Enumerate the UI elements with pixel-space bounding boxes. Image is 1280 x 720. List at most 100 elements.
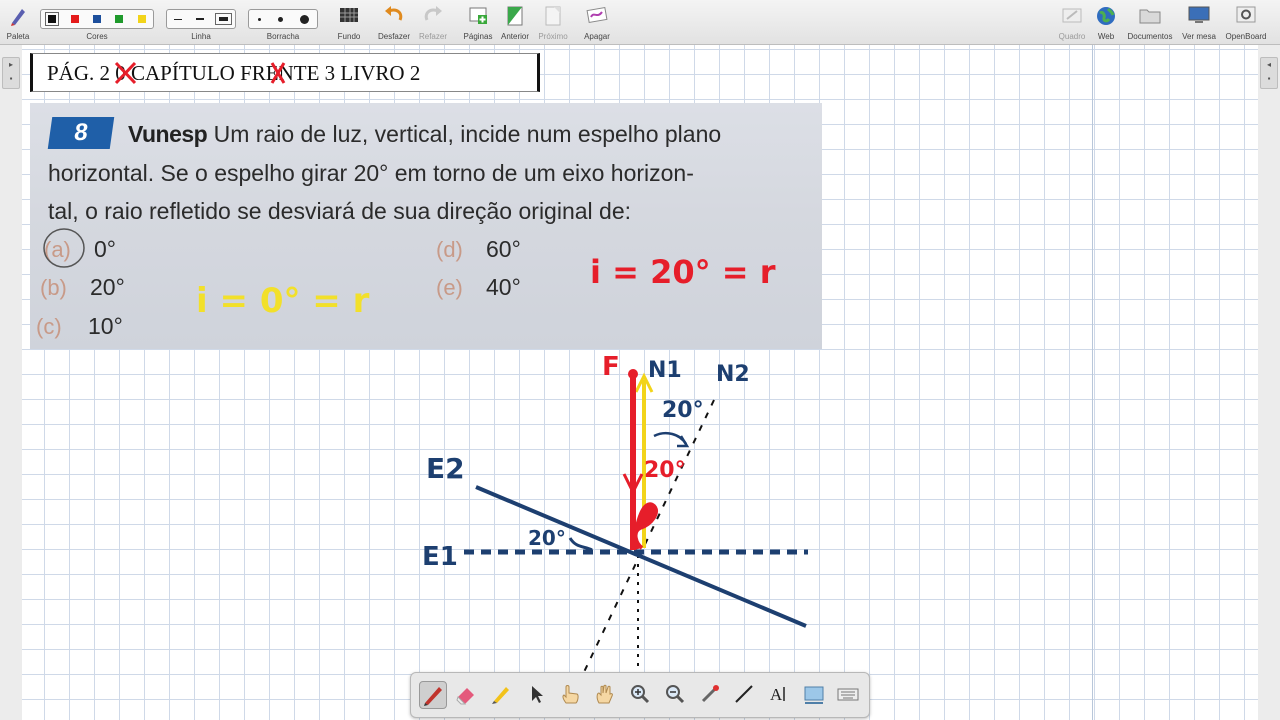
selector-tool[interactable] <box>523 681 549 707</box>
palette-button[interactable]: Paleta <box>2 2 34 42</box>
colors-label: Cores <box>86 32 108 41</box>
angle-label-top: 20° <box>662 398 704 423</box>
board-button[interactable]: Quadro <box>1054 2 1090 42</box>
palette-icon <box>11 9 25 26</box>
pages-button[interactable]: Páginas <box>460 2 496 42</box>
clear-page-button[interactable]: Apagar <box>580 2 614 42</box>
undo-label: Desfazer <box>377 32 410 41</box>
question-image: 8 Vunesp Um raio de luz, vertical, incid… <box>30 103 822 349</box>
monitor-icon <box>1188 6 1210 23</box>
line-medium-button[interactable] <box>196 18 205 20</box>
color-red[interactable] <box>70 15 79 23</box>
documents-label: Documentos <box>1127 32 1173 41</box>
right-panel-toggle[interactable]: ◂ ▪ <box>1260 57 1278 89</box>
eraser-group: Borracha <box>248 2 318 42</box>
option-letter: (b) <box>40 275 67 300</box>
hand-pan-icon <box>596 684 613 704</box>
left-panel-toggle[interactable]: ▸ ▪ <box>2 57 20 89</box>
color-swatches <box>40 9 154 29</box>
colors-group: Cores <box>40 2 154 42</box>
highlighter-tool[interactable] <box>488 681 514 707</box>
documents-button[interactable]: Documentos <box>1124 2 1176 42</box>
color-blue[interactable] <box>92 15 101 23</box>
web-button[interactable]: Web <box>1092 2 1120 42</box>
laser-pointer-tool[interactable] <box>697 681 723 707</box>
line-group: Linha <box>166 2 236 42</box>
label-n2: N2 <box>716 362 750 387</box>
pen-icon <box>424 687 442 706</box>
label-e1: E1 <box>422 542 458 572</box>
question-number: 8 <box>47 117 115 149</box>
question-source: Vunesp <box>128 121 208 147</box>
keyboard-icon <box>837 688 859 701</box>
redo-icon <box>424 6 442 21</box>
zoom-out-tool[interactable] <box>662 681 688 707</box>
line-tool[interactable] <box>731 681 757 707</box>
eraser-medium-button[interactable] <box>277 16 283 22</box>
color-black[interactable] <box>45 12 60 26</box>
option-value: 20° <box>90 274 125 300</box>
line-thick-button[interactable] <box>214 13 232 25</box>
option-value: 10° <box>88 313 123 339</box>
top-toolbar: Paleta Cores Linha Borracha Fundo Desfaz… <box>0 0 1280 45</box>
palette-label: Paleta <box>6 32 30 41</box>
next-label: Próximo <box>538 32 568 41</box>
undo-button[interactable]: Desfazer <box>375 2 413 42</box>
laser-pointer-icon <box>701 685 719 703</box>
question-line-3: tal, o raio refletido se desviará de sua… <box>48 198 632 224</box>
label-f: F <box>602 352 620 382</box>
background-button[interactable]: Fundo <box>332 2 366 42</box>
desktop-button[interactable]: Ver mesa <box>1178 2 1220 42</box>
openboard-menu-button[interactable]: OpenBoard <box>1222 2 1270 42</box>
previous-label: Anterior <box>500 32 529 41</box>
capture-tool[interactable] <box>801 681 827 707</box>
strike-mark <box>270 62 286 84</box>
eraser-icon <box>456 688 474 705</box>
svg-text:A: A <box>770 685 783 704</box>
label-n1: N1 <box>648 358 682 383</box>
red-annotation: i = 20° = r <box>590 253 776 291</box>
text-icon: A <box>770 685 785 704</box>
folder-icon <box>1139 9 1161 24</box>
color-yellow[interactable] <box>137 15 146 23</box>
undo-icon <box>385 6 403 21</box>
background-label: Fundo <box>337 32 361 41</box>
virtual-keyboard-tool[interactable] <box>835 681 861 707</box>
angle-label-mirror: 20° <box>528 526 566 550</box>
desktop-label: Ver mesa <box>1182 32 1216 41</box>
clear-page-icon <box>586 6 608 24</box>
eraser-label: Borracha <box>266 32 300 41</box>
eraser-small-button[interactable] <box>257 17 261 21</box>
color-green[interactable] <box>115 15 124 23</box>
line-widths <box>166 9 236 29</box>
pan-tool[interactable] <box>592 681 618 707</box>
line-thin-button[interactable] <box>174 18 183 20</box>
strike-mark <box>114 61 137 85</box>
previous-page-icon <box>507 6 523 26</box>
screen-capture-icon <box>804 686 824 704</box>
pen-tool[interactable] <box>419 681 447 709</box>
left-sidebar-rail: ▸ ▪ <box>0 45 23 720</box>
redo-button[interactable]: Refazer <box>416 2 450 42</box>
page-margin-line <box>1092 45 1093 720</box>
previous-page-button[interactable]: Anterior <box>498 2 532 42</box>
option-value: 60° <box>486 236 521 262</box>
text-tool[interactable]: A <box>766 681 792 707</box>
clear-page-label: Apagar <box>584 32 610 41</box>
option-letter: (e) <box>436 275 463 300</box>
eraser-tool[interactable] <box>453 681 479 707</box>
option-letter: (d) <box>436 237 463 262</box>
openboard-label: OpenBoard <box>1225 32 1267 41</box>
board-label: Quadro <box>1058 32 1086 41</box>
web-label: Web <box>1097 32 1115 41</box>
zoom-in-tool[interactable] <box>627 681 653 707</box>
next-page-button[interactable]: Próximo <box>534 2 572 42</box>
header-strip: PÁG. 2 0 CAPÍTULO FRENTE 3 LIVRO 2 <box>30 53 540 92</box>
interact-tool[interactable] <box>557 681 583 707</box>
yellow-annotation: i = 0° = r <box>196 281 370 321</box>
eraser-large-button[interactable] <box>299 14 309 24</box>
question-line-1: Vunesp Um raio de luz, vertical, incide … <box>128 121 721 148</box>
label-e2: E2 <box>426 452 465 485</box>
option-letter: (c) <box>36 314 62 339</box>
stylus-toolbar: A <box>410 672 870 718</box>
